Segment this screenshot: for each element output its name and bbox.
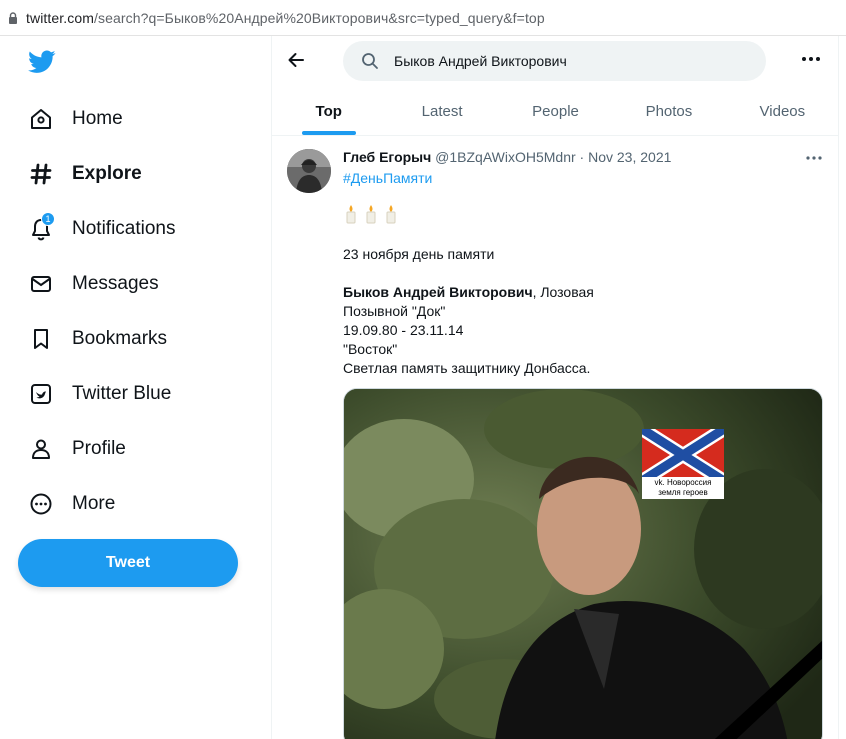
separator: · — [575, 149, 589, 165]
tweet-text-line: Позывной "Док" — [343, 303, 446, 319]
tab-people[interactable]: People — [499, 88, 612, 135]
sidebar-item-explore[interactable]: Explore — [18, 152, 142, 196]
lock-icon — [9, 11, 17, 24]
sidebar-item-notifications[interactable]: 1 Notifications — [18, 207, 176, 251]
bookmark-icon — [18, 326, 64, 352]
tweet-text-line: 23 ноября день памяти — [343, 246, 495, 262]
search-tabs: Top Latest People Photos Videos — [272, 88, 838, 136]
watermark-line: vk. Новороссия — [654, 478, 712, 487]
tweet[interactable]: Глеб Егорыч @1BZqAWixOH5Mdnr · Nov 23, 2… — [272, 137, 838, 739]
tweet-text-line: 19.09.80 - 23.11.14 — [343, 322, 464, 338]
tweet-text-line: Быков Андрей Викторович, Лозовая — [343, 284, 594, 300]
avatar[interactable] — [287, 149, 331, 193]
image-watermark: vk. Новороссия земля героев — [642, 477, 724, 499]
sidebar-item-label: Bookmarks — [72, 328, 168, 349]
sidebar-item-label: Home — [72, 108, 123, 129]
twitter-bird-icon[interactable] — [28, 50, 56, 74]
more-options-icon[interactable] — [800, 52, 822, 66]
sidebar-item-profile[interactable]: Profile — [18, 427, 126, 471]
sidebar-item-home[interactable]: Home — [18, 97, 123, 141]
hashtag-link[interactable]: #ДеньПамяти — [343, 170, 432, 186]
candle-emojis — [344, 204, 398, 224]
sidebar-item-label: Messages — [72, 273, 159, 294]
notification-badge: 1 — [41, 212, 55, 226]
tweet-date[interactable]: Nov 23, 2021 — [588, 149, 671, 165]
address-bar[interactable]: twitter.com/search?q=Быков%20Андрей%20Ви… — [0, 0, 846, 36]
tweet-photo[interactable]: vk. Новороссия земля героев — [343, 388, 823, 739]
sidebar-item-messages[interactable]: Messages — [18, 262, 159, 306]
search-box[interactable] — [343, 41, 766, 81]
sidebar-item-bookmarks[interactable]: Bookmarks — [18, 317, 167, 361]
sidebar-item-twitter-blue[interactable]: Twitter Blue — [18, 372, 171, 416]
tab-videos[interactable]: Videos — [726, 88, 838, 135]
author-handle[interactable]: @1BZqAWixOH5Mdnr — [435, 149, 576, 165]
tweet-more-icon[interactable] — [805, 155, 823, 161]
tweet-text-rest: , Лозовая — [532, 284, 594, 300]
candle-icon — [366, 205, 376, 224]
watermark-line: земля героев — [658, 488, 708, 497]
search-header — [272, 36, 838, 86]
sidebar-item-label: Profile — [72, 438, 126, 459]
tweet-text-bold: Быков Андрей Викторович — [343, 284, 533, 300]
back-arrow-icon[interactable] — [286, 50, 306, 70]
envelope-icon — [18, 271, 64, 297]
hashtag-icon — [18, 161, 64, 187]
person-icon — [18, 436, 64, 462]
tweet-button[interactable]: Tweet — [18, 539, 238, 587]
sidebar-item-label: More — [72, 493, 116, 514]
tweet-text-line: "Восток" — [343, 341, 398, 357]
candle-icon — [386, 205, 396, 224]
tweet-text-line: Светлая память защитнику Донбасса. — [343, 360, 591, 376]
tab-photos[interactable]: Photos — [612, 88, 725, 135]
tab-top[interactable]: Top — [272, 88, 385, 135]
candle-icon — [346, 205, 356, 224]
sidebar-item-label: Notifications — [72, 218, 176, 239]
sidebar-item-more[interactable]: More — [18, 482, 115, 526]
main-column: Top Latest People Photos Videos Глеб Его… — [272, 36, 839, 739]
twitter-blue-icon — [18, 381, 64, 407]
sidebar: Home Explore 1 Notifications Messages Bo… — [0, 36, 272, 739]
bell-icon: 1 — [18, 212, 64, 242]
home-icon — [18, 106, 64, 132]
search-input[interactable] — [394, 53, 724, 69]
author-name[interactable]: Глеб Егорыч — [343, 149, 431, 165]
sidebar-item-label: Explore — [72, 163, 142, 184]
tweet-header: Глеб Егорыч @1BZqAWixOH5Mdnr · Nov 23, 2… — [343, 149, 671, 165]
url-text: twitter.com/search?q=Быков%20Андрей%20Ви… — [26, 9, 545, 26]
tab-latest[interactable]: Latest — [385, 88, 498, 135]
photo-illustration — [344, 389, 822, 739]
more-circle-icon — [18, 491, 64, 517]
sidebar-item-label: Twitter Blue — [72, 383, 172, 404]
search-icon — [362, 53, 378, 69]
